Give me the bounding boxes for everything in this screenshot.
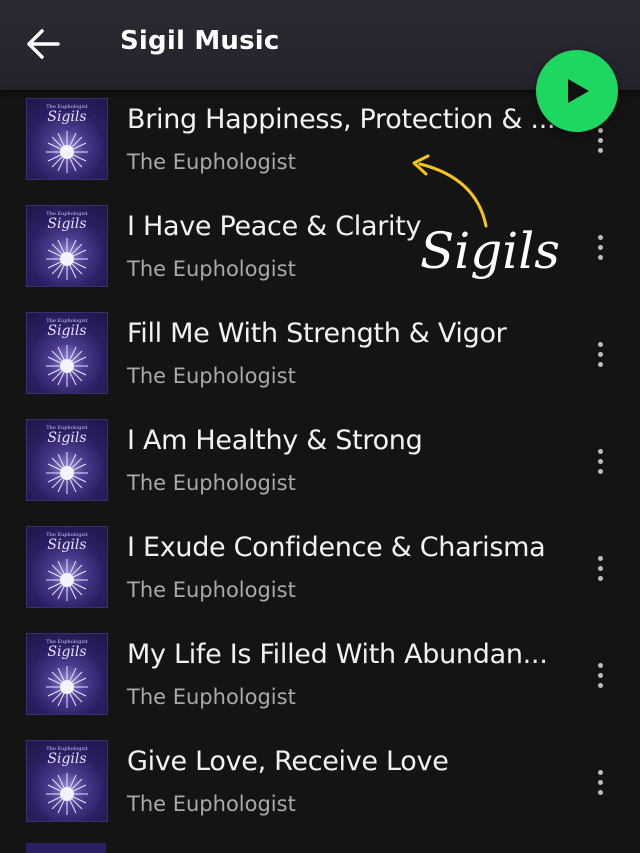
track-artist: The Euphologist: [127, 364, 296, 388]
album-art-name: Sigils: [47, 430, 87, 446]
track-artist: The Euphologist: [127, 685, 296, 709]
track-artist: The Euphologist: [127, 257, 296, 281]
album-art: The Euphologist Sigils: [26, 526, 108, 608]
starburst-icon: [46, 452, 88, 494]
album-art: The Euphologist Sigils: [26, 312, 108, 394]
album-art-name: Sigils: [47, 109, 87, 125]
track-artist: The Euphologist: [127, 578, 296, 602]
album-art-name: Sigils: [47, 216, 87, 232]
play-button[interactable]: [536, 50, 618, 132]
track-title: I Exude Confidence & Charisma: [127, 532, 546, 563]
more-options-icon[interactable]: [590, 235, 610, 269]
track-title: My Life Is Filled With Abundan...: [127, 639, 548, 670]
track-title: I Have Peace & Clarity: [127, 211, 422, 242]
play-icon: [568, 79, 589, 103]
album-art-name: Sigils: [47, 644, 87, 660]
more-options-icon[interactable]: [590, 770, 610, 804]
track-row[interactable]: The Euphologist Sigils Give Love, Receiv…: [0, 732, 640, 839]
track-title: Bring Happiness, Protection & ...: [127, 104, 556, 135]
starburst-icon: [46, 773, 88, 815]
track-artist: The Euphologist: [127, 471, 296, 495]
starburst-icon: [46, 559, 88, 601]
track-row[interactable]: The Euphologist Sigils My Life Is Filled…: [0, 625, 640, 732]
album-art: The Euphologist Sigils: [26, 98, 108, 180]
back-button[interactable]: [22, 24, 66, 64]
starburst-icon: [46, 131, 88, 173]
track-row[interactable]: The Euphologist Sigils Fill Me With Stre…: [0, 304, 640, 411]
more-options-icon[interactable]: [590, 556, 610, 590]
more-options-icon[interactable]: [590, 449, 610, 483]
track-artist: The Euphologist: [127, 792, 296, 816]
album-art-name: Sigils: [47, 323, 87, 339]
more-options-icon[interactable]: [590, 128, 610, 162]
track-title: Give Love, Receive Love: [127, 746, 449, 777]
album-art: The Euphologist Sigils: [26, 205, 108, 287]
starburst-icon: [46, 238, 88, 280]
curved-arrow-icon: [412, 154, 488, 228]
track-row[interactable]: The Euphologist Sigils I Exude Confidenc…: [0, 518, 640, 625]
annotation-label: Sigils: [420, 222, 560, 280]
album-art-name: Sigils: [47, 537, 87, 553]
more-options-icon[interactable]: [590, 663, 610, 697]
track-title: Fill Me With Strength & Vigor: [127, 318, 507, 349]
album-art: The Euphologist Sigils: [26, 419, 108, 501]
more-options-icon[interactable]: [590, 342, 610, 376]
album-art-name: Sigils: [47, 751, 87, 767]
page-title: Sigil Music: [120, 26, 280, 56]
track-row[interactable]: The Euphologist Sigils I Am Healthy & St…: [0, 411, 640, 518]
starburst-icon: [46, 666, 88, 708]
album-art: The Euphologist Sigils: [26, 740, 108, 822]
arrow-left-icon: [27, 29, 60, 59]
album-art: The Euphologist Sigils: [26, 633, 108, 715]
starburst-icon: [46, 345, 88, 387]
next-album-art-partial: [26, 843, 106, 853]
track-artist: The Euphologist: [127, 150, 296, 174]
track-title: I Am Healthy & Strong: [127, 425, 423, 456]
